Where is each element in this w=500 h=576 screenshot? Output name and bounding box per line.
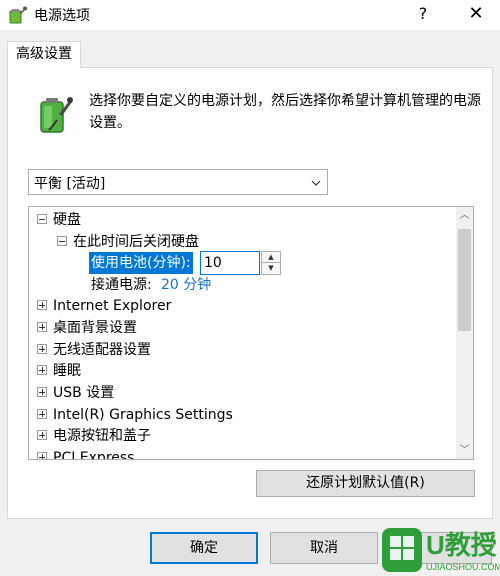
tree-item-intel-graphics[interactable]: Intel(R) Graphics Settings — [37, 405, 233, 425]
on-battery-label: 使用电池(分钟): — [89, 252, 193, 274]
tree-item-label: USB 设置 — [53, 385, 115, 401]
power-options-icon — [9, 6, 27, 24]
expand-icon[interactable] — [37, 452, 47, 459]
expand-icon[interactable] — [37, 322, 47, 332]
tree-item-turn-off-hard-disk[interactable]: 在此时间后关闭硬盘 — [57, 232, 199, 252]
tree-item-wireless-adapter[interactable]: 无线适配器设置 — [37, 340, 151, 360]
battery-plan-icon — [40, 97, 73, 133]
tree-item-usb-settings[interactable]: USB 设置 — [37, 383, 114, 403]
on-battery-minutes-input[interactable]: 10 — [200, 251, 260, 275]
tree-item-label: PCI Express — [53, 450, 135, 460]
tree-item-pci-express[interactable]: PCI Express — [37, 448, 135, 460]
tree-item-label: 在此时间后关闭硬盘 — [73, 234, 199, 250]
ok-button[interactable]: 确定 — [150, 532, 258, 564]
spin-up-icon[interactable]: ▲ — [262, 252, 280, 263]
tree-item-label: 无线适配器设置 — [53, 342, 151, 358]
spin-down-icon[interactable]: ▼ — [262, 263, 280, 274]
tree-item-label: Internet Explorer — [53, 298, 172, 314]
scroll-up-icon[interactable]: ︿ — [456, 207, 473, 224]
power-plan-value: 平衡 [活动] — [34, 176, 106, 192]
tree-item-label: 硬盘 — [53, 212, 81, 228]
tab-advanced-settings[interactable]: 高级设置 — [7, 41, 81, 68]
expand-icon[interactable] — [37, 344, 47, 354]
tree-item-desktop-background[interactable]: 桌面背景设置 — [37, 318, 137, 338]
power-plan-select[interactable]: 平衡 [活动] — [28, 169, 328, 195]
description-text: 选择你要自定义的电源计划，然后选择你希望计算机管理的电源设置。 — [89, 93, 481, 131]
expand-icon[interactable] — [37, 387, 47, 397]
vertical-scrollbar[interactable]: ︿ ﹀ — [456, 207, 473, 459]
plugged-in-value-link[interactable]: 20 分钟 — [161, 275, 211, 295]
collapse-icon[interactable] — [37, 214, 47, 224]
tree-item-power-buttons-lid[interactable]: 电源按钮和盖子 — [37, 426, 151, 446]
tree-item-internet-explorer[interactable]: Internet Explorer — [37, 296, 171, 316]
window-title: 电源选项 — [34, 8, 90, 24]
tree-item-label: 睡眠 — [53, 363, 81, 379]
help-button[interactable]: ? — [405, 0, 441, 30]
cancel-button[interactable]: 取消 — [270, 532, 378, 564]
chevron-down-icon — [311, 180, 321, 186]
expand-icon[interactable] — [37, 430, 47, 440]
tree-item-label: 桌面背景设置 — [53, 320, 137, 336]
tree-item-sleep[interactable]: 睡眠 — [37, 361, 81, 381]
plugged-in-label: 接通电源: — [91, 277, 152, 293]
expand-icon[interactable] — [37, 365, 47, 375]
settings-tree[interactable]: 硬盘 在此时间后关闭硬盘 使用电池(分钟): 10 ▲ ▼ 接通电源: 20 分… — [28, 206, 474, 460]
title-bar: 电源选项 ? ✕ — [0, 0, 500, 30]
apply-button[interactable] — [388, 532, 492, 564]
expand-icon[interactable] — [37, 300, 47, 310]
tree-item-label: Intel(R) Graphics Settings — [53, 407, 233, 423]
close-button[interactable]: ✕ — [456, 0, 496, 30]
scroll-down-icon[interactable]: ﹀ — [456, 442, 473, 459]
tree-item-hard-disk[interactable]: 硬盘 — [37, 210, 81, 230]
collapse-icon[interactable] — [57, 236, 67, 246]
scrollbar-thumb[interactable] — [458, 229, 471, 331]
tree-item-label: 电源按钮和盖子 — [53, 428, 151, 444]
expand-icon[interactable] — [37, 409, 47, 419]
restore-defaults-button[interactable]: 还原计划默认值(R) — [256, 470, 475, 497]
minutes-spinner: ▲ ▼ — [261, 251, 281, 275]
